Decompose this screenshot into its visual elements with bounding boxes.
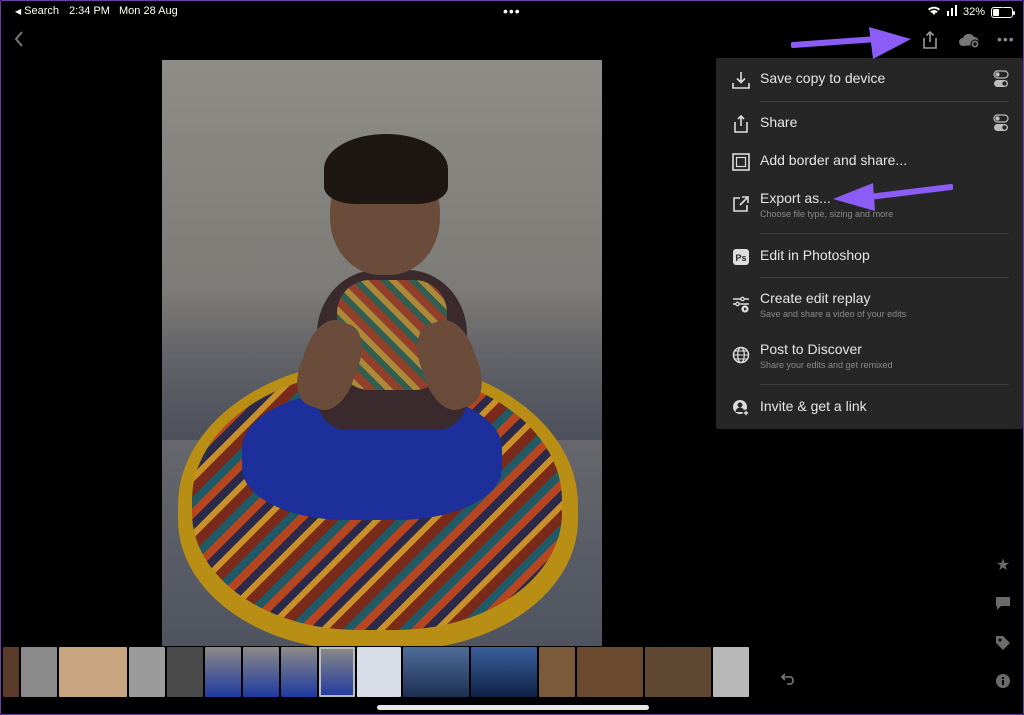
menu-item-sublabel: Save and share a video of your edits bbox=[760, 309, 907, 319]
toggle-icon[interactable] bbox=[993, 114, 1009, 132]
star-icon[interactable]: ★ bbox=[991, 553, 1015, 577]
filmstrip-thumb[interactable] bbox=[357, 647, 401, 697]
annotation-arrow-icon bbox=[791, 27, 911, 59]
globe-icon bbox=[731, 345, 751, 365]
annotation-arrow-icon bbox=[833, 183, 953, 211]
wifi-icon bbox=[927, 5, 941, 19]
filmstrip-thumb[interactable] bbox=[645, 647, 711, 697]
menu-divider bbox=[760, 277, 1009, 278]
menu-divider bbox=[760, 233, 1009, 234]
filmstrip-thumb[interactable] bbox=[403, 647, 469, 697]
main-photo[interactable] bbox=[162, 60, 602, 646]
status-bar: ◀ Search 2:34 PM Mon 28 Aug ••• 32% ⚡ bbox=[1, 1, 1023, 23]
filmstrip-thumb[interactable] bbox=[3, 647, 19, 697]
filmstrip-thumb[interactable] bbox=[713, 647, 749, 697]
more-icon[interactable]: ••• bbox=[997, 31, 1015, 47]
menu-item-label: Add border and share... bbox=[760, 152, 908, 168]
comment-icon[interactable] bbox=[991, 591, 1015, 615]
signal-icon bbox=[946, 5, 957, 19]
info-icon[interactable] bbox=[991, 669, 1015, 693]
app-window: ◀ Search 2:34 PM Mon 28 Aug ••• 32% ⚡ ••… bbox=[0, 0, 1024, 715]
share-icon[interactable] bbox=[919, 29, 941, 51]
filmstrip-thumb[interactable] bbox=[577, 647, 643, 697]
filmstrip-thumb[interactable] bbox=[129, 647, 165, 697]
menu-item-label: Share bbox=[760, 114, 798, 130]
back-triangle-icon: ◀ bbox=[15, 6, 22, 16]
cloud-add-icon[interactable] bbox=[957, 31, 981, 49]
export-icon bbox=[731, 194, 751, 214]
filmstrip-thumb[interactable] bbox=[21, 647, 57, 697]
download-icon bbox=[731, 70, 751, 90]
border-icon bbox=[731, 152, 751, 172]
battery-icon: ⚡ bbox=[991, 6, 1015, 18]
share-menu: Save copy to device Share Add border and… bbox=[716, 58, 1023, 429]
menu-item-label: Save copy to device bbox=[760, 70, 886, 86]
invite-icon bbox=[731, 398, 751, 418]
filmstrip-thumb[interactable] bbox=[471, 647, 537, 697]
svg-text:Ps: Ps bbox=[735, 253, 746, 263]
menu-item-label: Post to Discover bbox=[760, 341, 862, 357]
status-right: 32% ⚡ bbox=[927, 5, 1015, 19]
toggle-icon[interactable] bbox=[993, 70, 1009, 88]
photoshop-icon: Ps bbox=[731, 247, 751, 267]
menu-divider bbox=[760, 101, 1009, 102]
chevron-left-icon[interactable] bbox=[13, 29, 25, 55]
menu-divider bbox=[760, 384, 1009, 385]
filmstrip-thumb[interactable] bbox=[205, 647, 241, 697]
status-back-label: Search bbox=[24, 5, 60, 17]
menu-item-label: Edit in Photoshop bbox=[760, 247, 870, 263]
undo-icon[interactable] bbox=[780, 671, 797, 690]
status-back-link[interactable]: ◀ Search bbox=[15, 5, 59, 17]
menu-item-sublabel: Share your edits and get remixed bbox=[760, 360, 893, 370]
tag-icon[interactable] bbox=[991, 631, 1015, 655]
filmstrip-thumb[interactable] bbox=[167, 647, 203, 697]
status-time: 2:34 PM bbox=[69, 5, 110, 17]
photo-child-hair bbox=[324, 134, 448, 204]
menu-item-label: Create edit replay bbox=[760, 290, 871, 306]
filmstrip-thumb[interactable] bbox=[539, 647, 575, 697]
home-indicator[interactable] bbox=[377, 705, 649, 710]
photo-viewer bbox=[1, 59, 765, 647]
filmstrip-thumb[interactable] bbox=[281, 647, 317, 697]
multitask-dots-icon[interactable]: ••• bbox=[503, 3, 521, 19]
menu-item-label: Invite & get a link bbox=[760, 398, 867, 414]
share-icon bbox=[731, 114, 751, 134]
filmstrip bbox=[1, 647, 765, 699]
filmstrip-thumb[interactable] bbox=[59, 647, 127, 697]
status-date: Mon 28 Aug bbox=[119, 5, 178, 17]
filmstrip-thumb-selected[interactable] bbox=[319, 647, 355, 697]
battery-percent: 32% bbox=[962, 6, 985, 18]
filmstrip-thumb[interactable] bbox=[243, 647, 279, 697]
replay-icon bbox=[731, 294, 751, 314]
